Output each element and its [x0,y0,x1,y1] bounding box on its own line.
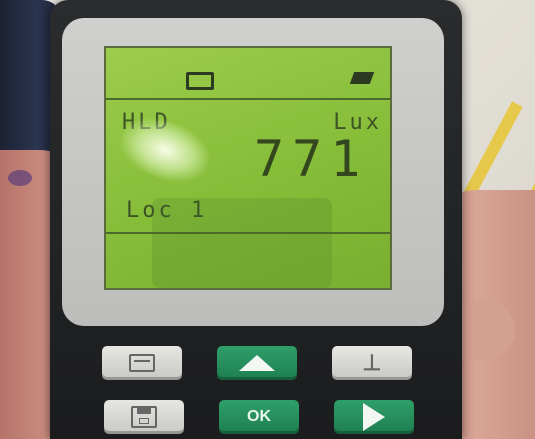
lcd-status-row [106,48,390,100]
photo-scene: HLD Lux 771 Loc 1 ⊥ OK [0,0,535,439]
arrow-right-icon [363,403,385,431]
up-button[interactable] [217,346,297,380]
ok-button-label: OK [247,408,271,425]
ink-mark [8,170,32,186]
arrow-up-icon [239,355,275,371]
right-button[interactable] [334,400,414,434]
lcd-reading-value: 771 [254,130,369,188]
lcd-screen: HLD Lux 771 Loc 1 [104,46,392,290]
light-button[interactable]: ⊥ [332,346,412,380]
print-button[interactable] [102,346,182,380]
battery-icon [186,72,214,90]
save-button[interactable] [104,400,184,434]
light-icon: ⊥ [362,350,382,375]
save-icon [131,406,157,428]
ok-button[interactable]: OK [219,400,299,434]
print-icon [129,354,155,372]
screen-shadow [152,198,332,288]
